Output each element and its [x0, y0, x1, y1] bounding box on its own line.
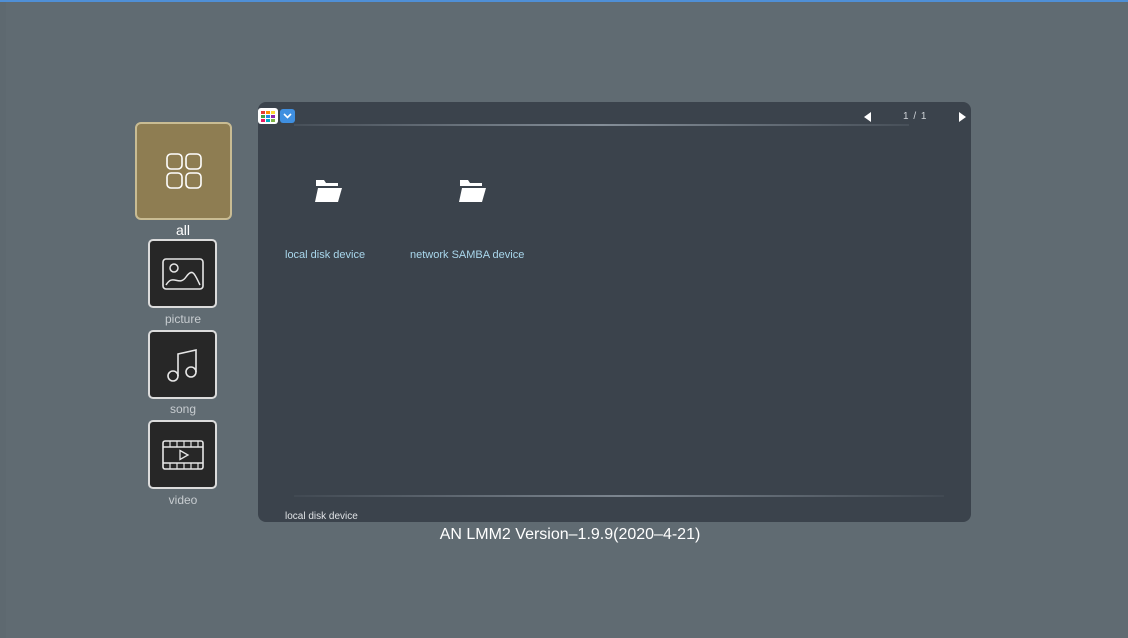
folder-icon [313, 176, 343, 204]
music-note-icon [150, 332, 215, 397]
chevron-down-icon [280, 109, 295, 123]
nav-tile-all[interactable] [135, 122, 232, 220]
pager: 1 / 1 [861, 109, 971, 125]
grid-view-icon [258, 108, 278, 124]
triangle-right-icon[interactable] [955, 110, 969, 124]
film-icon [150, 422, 215, 487]
folder-icon [457, 176, 487, 204]
nav-label-video: video [168, 493, 198, 507]
version-text: AN LMM2 Version–1.9.9(2020–4-21) [439, 526, 701, 543]
triangle-left-icon[interactable] [861, 110, 875, 124]
folder-label: local disk device [285, 249, 366, 261]
four-squares-icon [137, 124, 230, 218]
view-mode-toggle[interactable] [258, 108, 296, 124]
nav-tile-video[interactable] [148, 420, 217, 489]
nav-label-song: song [169, 402, 197, 416]
footer-divider [294, 495, 944, 497]
header-divider [294, 124, 909, 126]
status-path: local disk device [285, 511, 358, 522]
file-browser-panel: 1 / 1 local disk device network SAMBA de… [258, 102, 971, 522]
nav-label-all: all [175, 222, 190, 238]
picture-icon [150, 241, 215, 306]
page-indicator: 1 / 1 [903, 111, 928, 122]
nav-tile-picture[interactable] [148, 239, 217, 308]
nav-tile-song[interactable] [148, 330, 217, 399]
nav-label-picture: picture [164, 312, 202, 326]
folder-label: network SAMBA device [410, 249, 525, 261]
